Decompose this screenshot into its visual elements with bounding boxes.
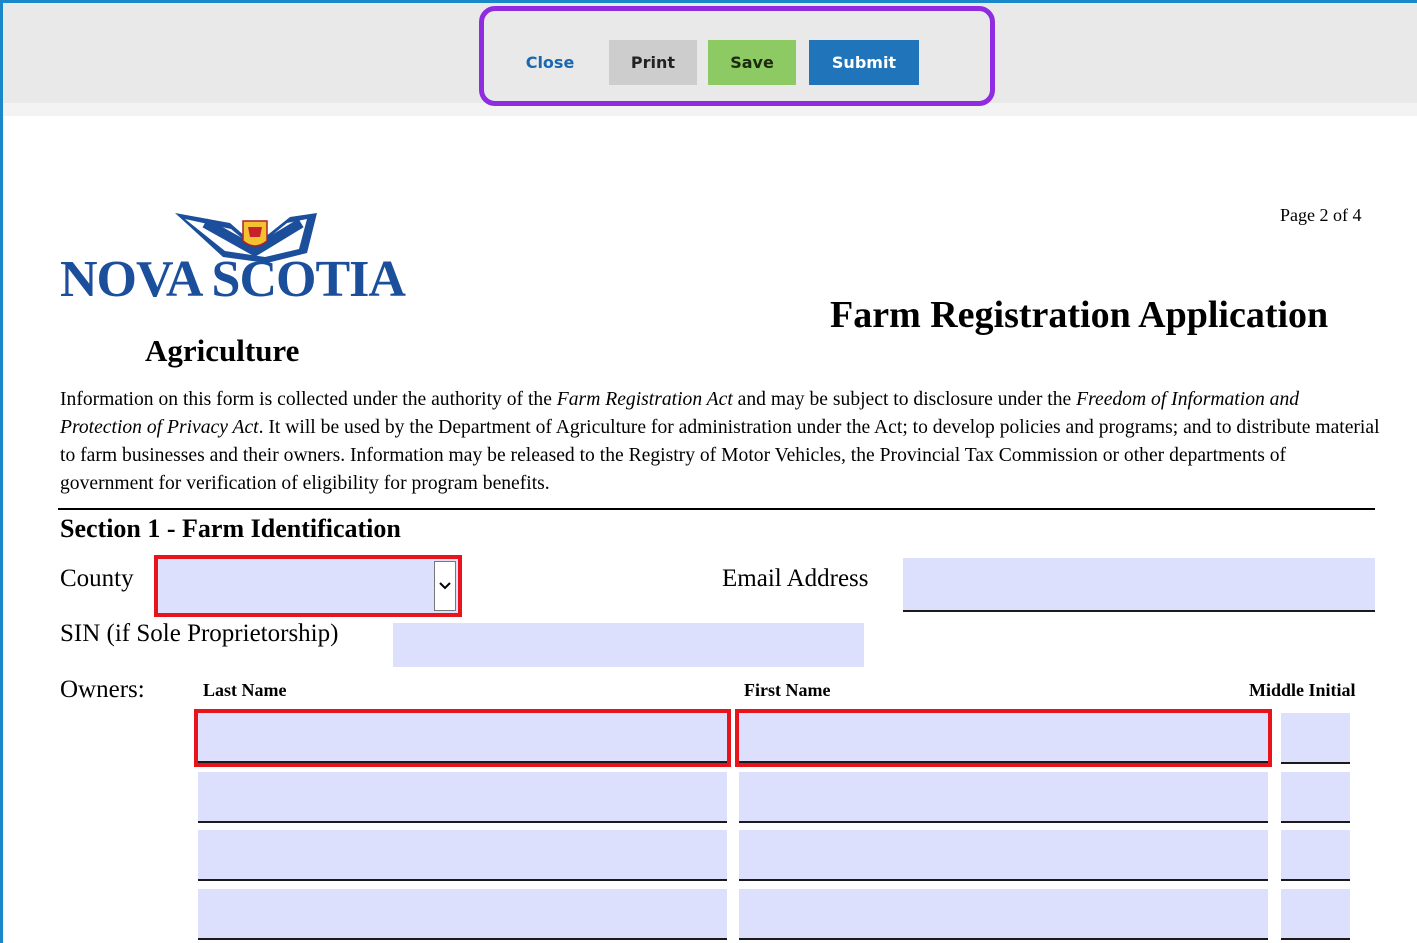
last-name-field[interactable] (198, 889, 727, 940)
submit-button[interactable]: Submit (809, 40, 919, 85)
middle-initial-field[interactable] (1281, 772, 1350, 823)
print-button[interactable]: Print (609, 40, 697, 85)
save-button[interactable]: Save (708, 40, 796, 85)
email-field[interactable] (903, 558, 1375, 612)
county-label: County (60, 565, 134, 592)
email-label: Email Address (722, 565, 869, 592)
section-title: Section 1 - Farm Identification (60, 514, 401, 543)
notice-text: . It will be used by the Department of A… (60, 417, 1380, 494)
first-name-field[interactable] (739, 889, 1268, 940)
first-name-field[interactable] (735, 709, 1272, 767)
page-indicator: Page 2 of 4 (1280, 205, 1362, 225)
county-select[interactable] (154, 555, 462, 617)
notice-text: Information on this form is collected un… (60, 389, 557, 410)
department-name: Agriculture (145, 333, 300, 368)
close-button[interactable]: Close (505, 40, 595, 85)
first-name-field[interactable] (739, 830, 1268, 881)
chevron-down-icon[interactable] (434, 561, 456, 611)
last-name-field[interactable] (198, 830, 727, 881)
middle-initial-header: Middle Initial (1249, 680, 1356, 700)
divider (58, 508, 1375, 510)
middle-initial-field[interactable] (1281, 889, 1350, 940)
notice-text: and may be subject to disclosure under t… (732, 389, 1077, 410)
middle-initial-field[interactable] (1281, 713, 1350, 764)
sin-label: SIN (if Sole Proprietorship) (60, 620, 339, 647)
form-title: Farm Registration Application (830, 294, 1329, 336)
farm-registration-act: Farm Registration Act (556, 389, 733, 410)
first-name-field[interactable] (739, 772, 1268, 823)
first-name-header: First Name (744, 680, 831, 700)
logo-text: NOVA SCOTIA (60, 251, 406, 308)
last-name-field[interactable] (198, 772, 727, 823)
last-name-field[interactable] (194, 709, 731, 767)
last-name-header: Last Name (203, 680, 287, 700)
privacy-notice: Information on this form is collected un… (60, 386, 1380, 498)
owners-label: Owners: (60, 676, 145, 703)
middle-initial-field[interactable] (1281, 830, 1350, 881)
sin-field[interactable] (393, 623, 864, 667)
